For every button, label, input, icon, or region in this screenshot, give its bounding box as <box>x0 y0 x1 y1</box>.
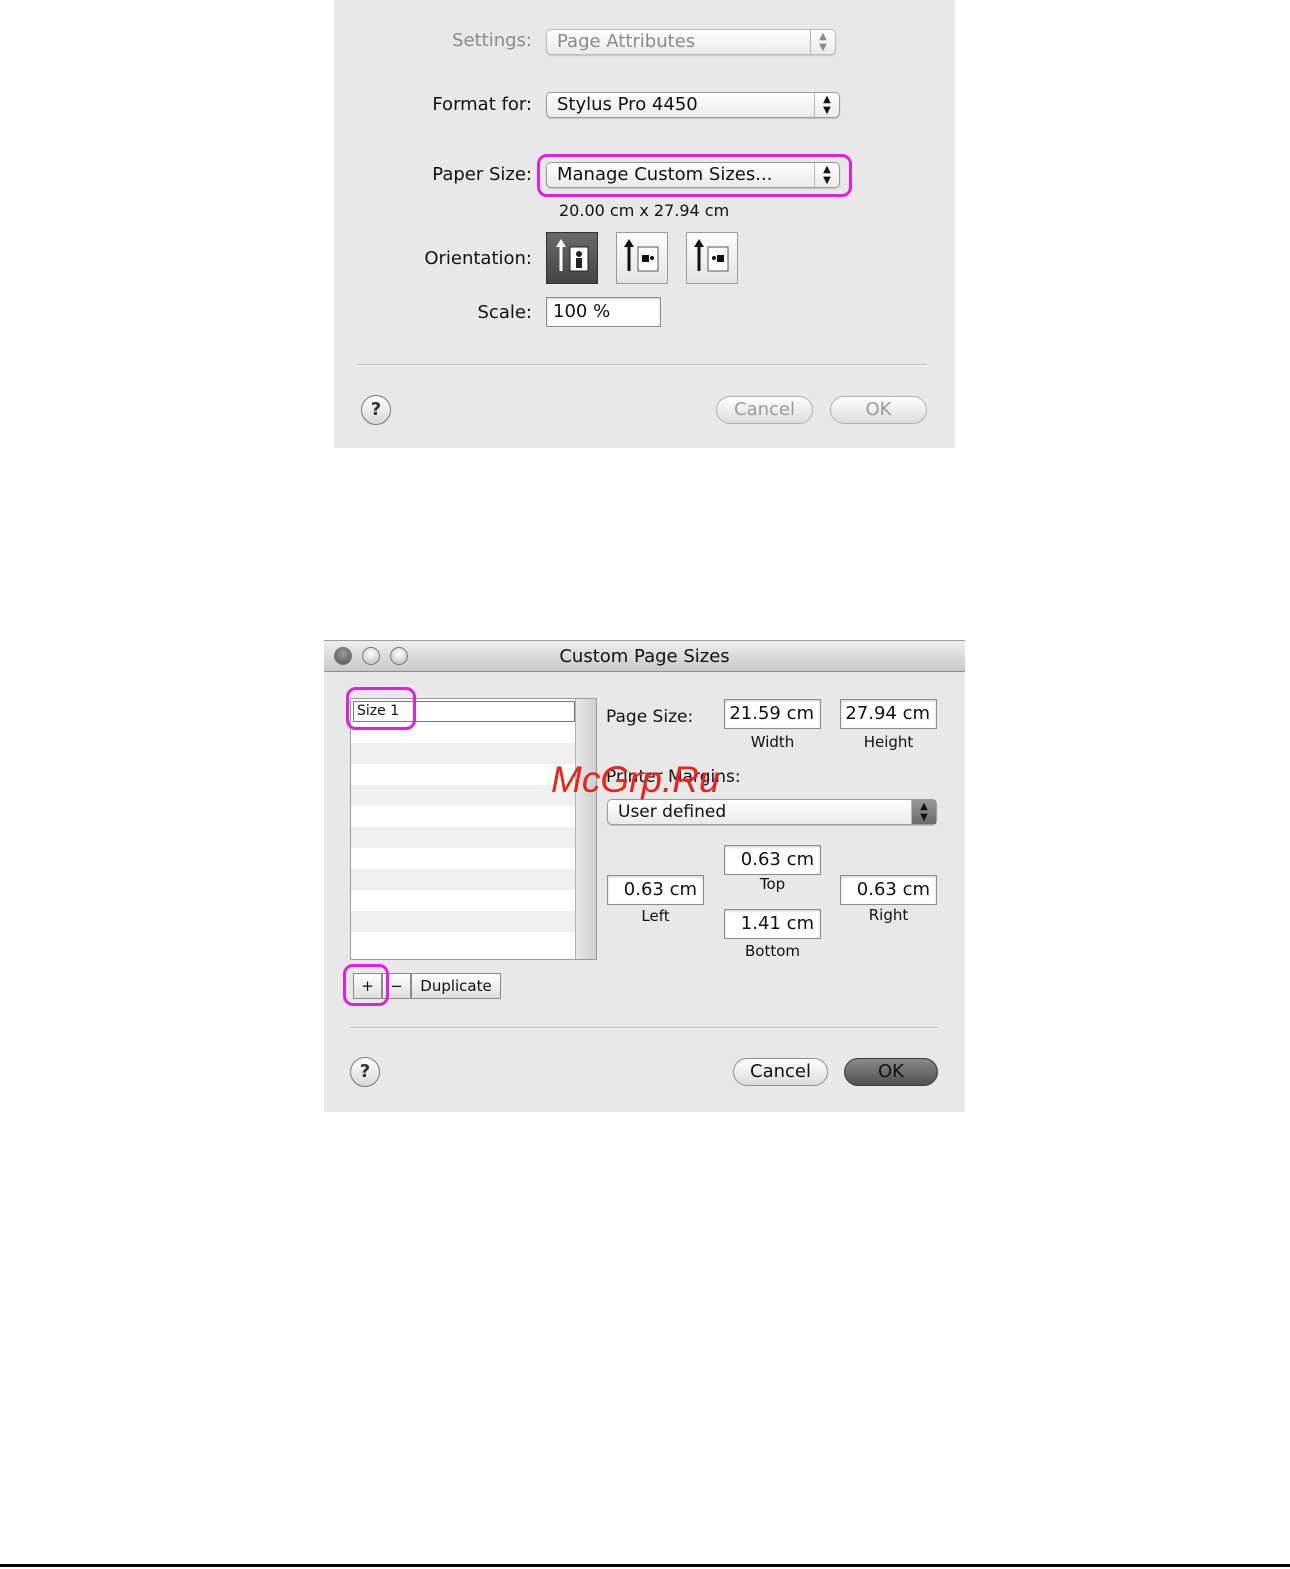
list-row <box>351 869 577 890</box>
duplicate-size-button[interactable]: Duplicate <box>411 973 501 999</box>
list-row <box>351 764 577 785</box>
right-margin-input[interactable]: 0.63 cm <box>840 875 937 905</box>
format-for-label: Format for: <box>432 94 532 115</box>
landscape-left-icon <box>624 239 659 272</box>
orientation-portrait-button[interactable] <box>546 232 598 284</box>
paper-size-label: Paper Size: <box>432 164 532 185</box>
separator <box>358 364 927 366</box>
cancel-button[interactable]: Cancel <box>733 1058 828 1086</box>
portrait-icon <box>556 239 589 272</box>
size-name-highlight <box>346 687 416 730</box>
list-row <box>351 848 577 869</box>
help-button[interactable]: ? <box>350 1057 380 1087</box>
help-button[interactable]: ? <box>361 395 391 425</box>
settings-popup-value: Page Attributes <box>557 31 696 52</box>
ok-button[interactable]: OK <box>844 1058 938 1086</box>
list-row <box>351 743 577 764</box>
right-caption: Right <box>868 906 909 924</box>
page-setup-dialog: Settings: Page Attributes ▲ ▼ Format for:… <box>334 0 955 448</box>
left-caption: Left <box>641 907 670 925</box>
separator <box>350 1027 938 1029</box>
orientation-label: Orientation: <box>424 248 532 269</box>
scale-label: Scale: <box>477 302 533 323</box>
settings-label: Settings: <box>452 30 532 51</box>
list-row <box>351 827 577 848</box>
list-row <box>351 932 577 953</box>
popup-arrows-icon: ▲ ▼ <box>911 800 936 824</box>
format-for-popup[interactable]: Stylus Pro 4450 ▲ ▼ <box>546 92 840 118</box>
top-caption: Top <box>759 875 786 893</box>
settings-popup[interactable]: Page Attributes ▲ ▼ <box>546 29 836 55</box>
list-row <box>351 806 577 827</box>
landscape-right-icon <box>694 239 729 272</box>
page-bottom-rule <box>0 1564 1290 1567</box>
width-caption: Width <box>750 733 795 751</box>
paper-dimensions: 20.00 cm x 27.94 cm <box>559 201 730 220</box>
ok-button[interactable]: OK <box>830 396 927 424</box>
custom-page-sizes-dialog: Custom Page Sizes Size 1 + − Duplicate P… <box>324 640 965 1112</box>
printer-margins-popup-value: User defined <box>618 802 727 822</box>
popup-arrows-icon: ▲ ▼ <box>814 93 839 117</box>
window-title: Custom Page Sizes <box>559 646 730 667</box>
top-margin-input[interactable]: 0.63 cm <box>724 845 821 875</box>
list-row <box>351 890 577 911</box>
left-margin-input[interactable]: 0.63 cm <box>607 875 704 905</box>
title-bar: Custom Page Sizes <box>324 641 965 672</box>
orientation-landscape-left-button[interactable] <box>616 232 668 284</box>
bottom-caption: Bottom <box>744 942 801 960</box>
popup-arrows-icon: ▲ ▼ <box>810 30 835 54</box>
cancel-button[interactable]: Cancel <box>716 396 813 424</box>
format-for-popup-value: Stylus Pro 4450 <box>557 94 698 115</box>
paper-size-highlight <box>537 154 852 197</box>
watermark: McGrp.Ru <box>551 759 720 800</box>
height-input[interactable]: 27.94 cm <box>840 699 937 729</box>
bottom-margin-input[interactable]: 1.41 cm <box>724 909 821 939</box>
width-input[interactable]: 21.59 cm <box>724 699 821 729</box>
add-button-highlight <box>343 964 389 1006</box>
page-size-label: Page Size: <box>606 707 694 727</box>
list-scrollbar[interactable] <box>575 699 596 959</box>
list-row <box>351 911 577 932</box>
printer-margins-popup[interactable]: User defined ▲ ▼ <box>607 799 937 825</box>
scale-input[interactable]: 100 % <box>546 297 661 327</box>
custom-sizes-list[interactable]: Size 1 <box>350 698 597 960</box>
orientation-landscape-right-button[interactable] <box>686 232 738 284</box>
height-caption: Height <box>863 733 914 751</box>
list-row <box>351 785 577 806</box>
